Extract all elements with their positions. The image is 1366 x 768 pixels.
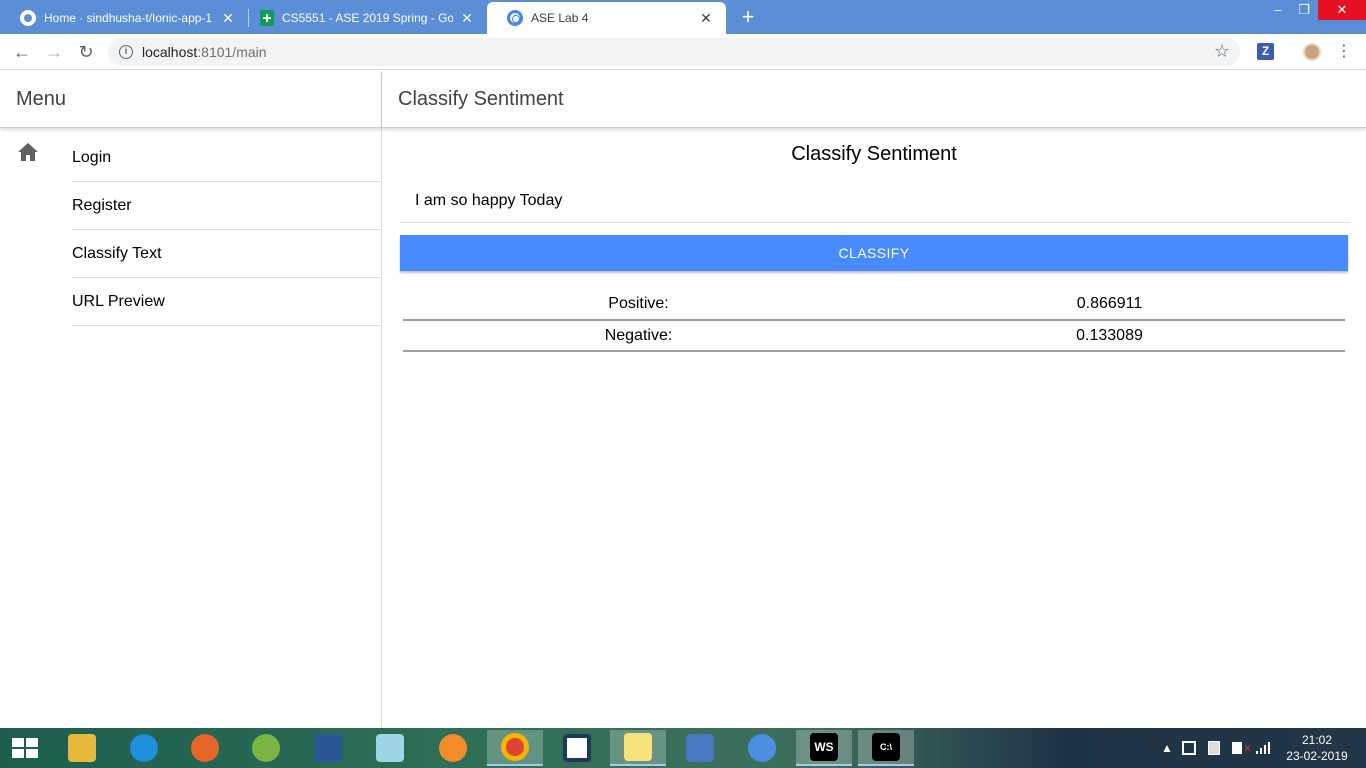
system-clock[interactable]: 21:02 23-02-2019	[1284, 732, 1350, 764]
tray-overflow-icon[interactable]: ▲	[1161, 728, 1173, 768]
settings-icon[interactable]	[425, 730, 481, 766]
notepad-icon[interactable]	[362, 730, 418, 766]
clock-date: 23-02-2019	[1286, 749, 1348, 763]
menu-item-label: Classify Text	[72, 230, 381, 278]
close-tab-icon[interactable]: ✕	[459, 10, 475, 27]
result-label-positive: Positive:	[403, 289, 874, 321]
restore-button[interactable]: ❐	[1292, 0, 1316, 20]
tab-github[interactable]: Home · sindhusha-t/Ionic-app-1 ✕	[0, 2, 248, 34]
result-label-negative: Negative:	[403, 320, 874, 352]
file-explorer-icon[interactable]	[54, 730, 110, 766]
menu-title: Menu	[0, 71, 381, 128]
network-icon[interactable]	[672, 730, 728, 766]
chrome-icon[interactable]	[487, 730, 543, 766]
terminal-icon[interactable]: C:\	[858, 730, 914, 766]
sheets-icon	[260, 10, 274, 26]
close-tab-icon[interactable]: ✕	[220, 10, 236, 27]
classify-button[interactable]: CLASSIFY	[400, 235, 1348, 271]
word-icon[interactable]	[300, 730, 356, 766]
star-icon[interactable]: ☆	[1214, 41, 1230, 62]
tab-title: Home · sindhusha-t/Ionic-app-1	[44, 11, 213, 25]
menu-item-register[interactable]: Register	[0, 182, 381, 230]
code-icon[interactable]	[549, 730, 605, 766]
terminal-label: C:\	[872, 733, 900, 761]
close-tab-icon[interactable]: ✕	[698, 10, 714, 27]
menu-item-classify-text[interactable]: Classify Text	[0, 230, 381, 278]
extension-z-icon[interactable]: Z	[1257, 43, 1274, 60]
chrome-icon	[507, 10, 523, 26]
page-title: Classify Sentiment	[382, 71, 1366, 128]
table-row: Negative: 0.133089	[403, 320, 1345, 352]
forward-button[interactable]: →	[42, 40, 66, 64]
result-value-positive: 0.866911	[874, 289, 1345, 321]
webstorm-label: WS	[810, 733, 838, 761]
card-title: Classify Sentiment	[791, 143, 957, 165]
side-menu: Menu Login Register Classify Text URL Pr…	[0, 71, 382, 728]
url-host: localhost	[142, 44, 198, 60]
sentiment-text-input[interactable]	[400, 179, 1350, 223]
tray-battery-icon[interactable]	[1208, 728, 1220, 768]
menu-item-label: URL Preview	[72, 278, 381, 326]
tab-sheets[interactable]: CS5551 - ASE 2019 Spring - Goo ✕	[240, 2, 487, 34]
url-text[interactable]: localhost:8101/main	[142, 44, 267, 60]
tab-title: CS5551 - ASE 2019 Spring - Goo	[282, 11, 453, 25]
webstorm-icon[interactable]: WS	[796, 730, 852, 766]
menu-item-label: Login	[72, 134, 381, 182]
info-icon[interactable]: i	[119, 45, 133, 59]
minimize-button[interactable]: –	[1262, 0, 1294, 20]
address-bar[interactable]: i localhost:8101/main ☆	[108, 38, 1240, 66]
table-row: Positive: 0.866911	[403, 289, 1345, 321]
window-close-button[interactable]: ✕	[1318, 0, 1366, 20]
taskbar: WS C:\ ▲ × 21:02 23-02-2019	[0, 728, 1366, 768]
tab-ase-lab[interactable]: ASE Lab 4 ✕	[487, 2, 726, 34]
avatar[interactable]	[1303, 43, 1321, 61]
network-signal-icon[interactable]	[1256, 728, 1272, 768]
url-path: :8101/main	[197, 44, 267, 60]
browser-toolbar: ← → ↻ i localhost:8101/main ☆	[0, 34, 1366, 70]
clock-time: 21:02	[1301, 733, 1333, 747]
firefox-icon[interactable]	[177, 730, 233, 766]
results-table: Positive: 0.866911 Negative: 0.133089	[403, 289, 1345, 352]
tray-device-icon[interactable]	[1182, 728, 1196, 768]
browser-tab-strip: Home · sindhusha-t/Ionic-app-1 ✕ CS5551 …	[0, 0, 1366, 34]
reload-button[interactable]: ↻	[74, 40, 98, 64]
android-studio-icon[interactable]	[238, 730, 294, 766]
menu-list: Login Register Classify Text URL Preview	[0, 128, 381, 326]
menu-item-login[interactable]: Login	[0, 134, 381, 182]
sticky-notes-icon[interactable]	[610, 730, 666, 766]
browser-menu-icon[interactable]: ⋮	[1336, 40, 1352, 64]
internet-explorer-icon[interactable]	[116, 730, 172, 766]
main-content: Classify Sentiment Classify Sentiment CL…	[382, 71, 1366, 728]
volume-muted-icon[interactable]: ×	[1232, 728, 1251, 768]
tab-title: ASE Lab 4	[531, 11, 589, 25]
github-icon	[20, 10, 36, 26]
back-button[interactable]: ←	[10, 40, 34, 64]
app-icon[interactable]	[734, 730, 790, 766]
new-tab-button[interactable]: +	[736, 4, 760, 30]
result-value-negative: 0.133089	[874, 320, 1345, 352]
menu-item-url-preview[interactable]: URL Preview	[0, 278, 381, 326]
windows-start-icon[interactable]	[12, 738, 38, 758]
menu-item-label: Register	[72, 182, 381, 230]
